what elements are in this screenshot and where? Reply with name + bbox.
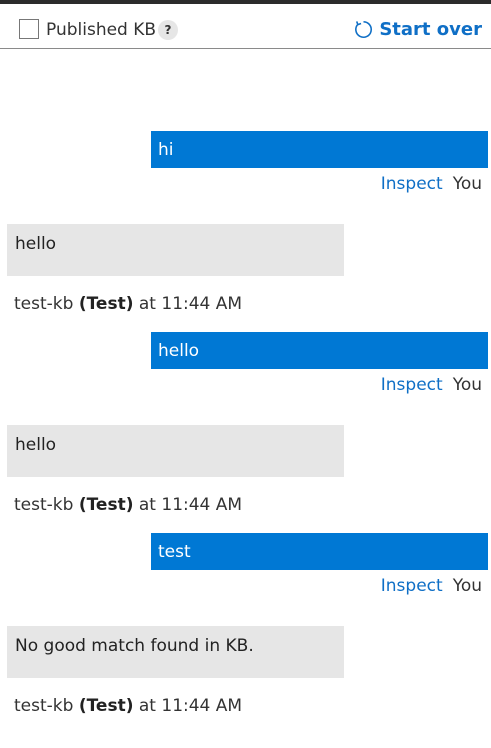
refresh-icon: [355, 21, 373, 38]
message-author: You: [452, 576, 482, 596]
message-author: You: [452, 174, 482, 194]
bot-message-meta: test-kb (Test) at 11:44 AM: [14, 294, 242, 314]
inspect-link[interactable]: Inspect: [381, 576, 443, 596]
message-time: at 11:44 AM: [138, 696, 243, 716]
kb-environment: (Test): [78, 294, 134, 314]
user-message-meta: Inspect You: [381, 576, 482, 596]
bot-message-meta: test-kb (Test) at 11:44 AM: [14, 696, 242, 716]
kb-environment: (Test): [78, 495, 134, 515]
start-over-label: Start over: [379, 19, 482, 40]
bot-message-meta: test-kb (Test) at 11:44 AM: [14, 495, 242, 515]
bot-message-bubble: hello: [7, 224, 344, 276]
kb-source: test-kb: [14, 696, 74, 716]
bot-message-bubble: hello: [7, 425, 344, 477]
message-time: at 11:44 AM: [138, 495, 243, 515]
help-icon[interactable]: ?: [158, 20, 178, 40]
kb-source: test-kb: [14, 495, 74, 515]
user-message-bubble: hello: [151, 332, 488, 369]
user-message-bubble: hi: [151, 131, 488, 168]
published-kb-label: Published KB: [46, 20, 157, 40]
inspect-link[interactable]: Inspect: [381, 174, 443, 194]
message-time: at 11:44 AM: [138, 294, 243, 314]
user-message-meta: Inspect You: [381, 375, 482, 395]
chat-toolbar: Published KB ? Start over: [0, 4, 491, 49]
bot-message-bubble: No good match found in KB.: [7, 626, 344, 678]
kb-source: test-kb: [14, 294, 74, 314]
message-author: You: [452, 375, 482, 395]
user-message-bubble: test: [151, 533, 488, 570]
inspect-link[interactable]: Inspect: [381, 375, 443, 395]
kb-environment: (Test): [78, 696, 134, 716]
user-message-meta: Inspect You: [381, 174, 482, 194]
start-over-button[interactable]: Start over: [353, 19, 482, 40]
published-kb-checkbox[interactable]: [19, 19, 39, 39]
